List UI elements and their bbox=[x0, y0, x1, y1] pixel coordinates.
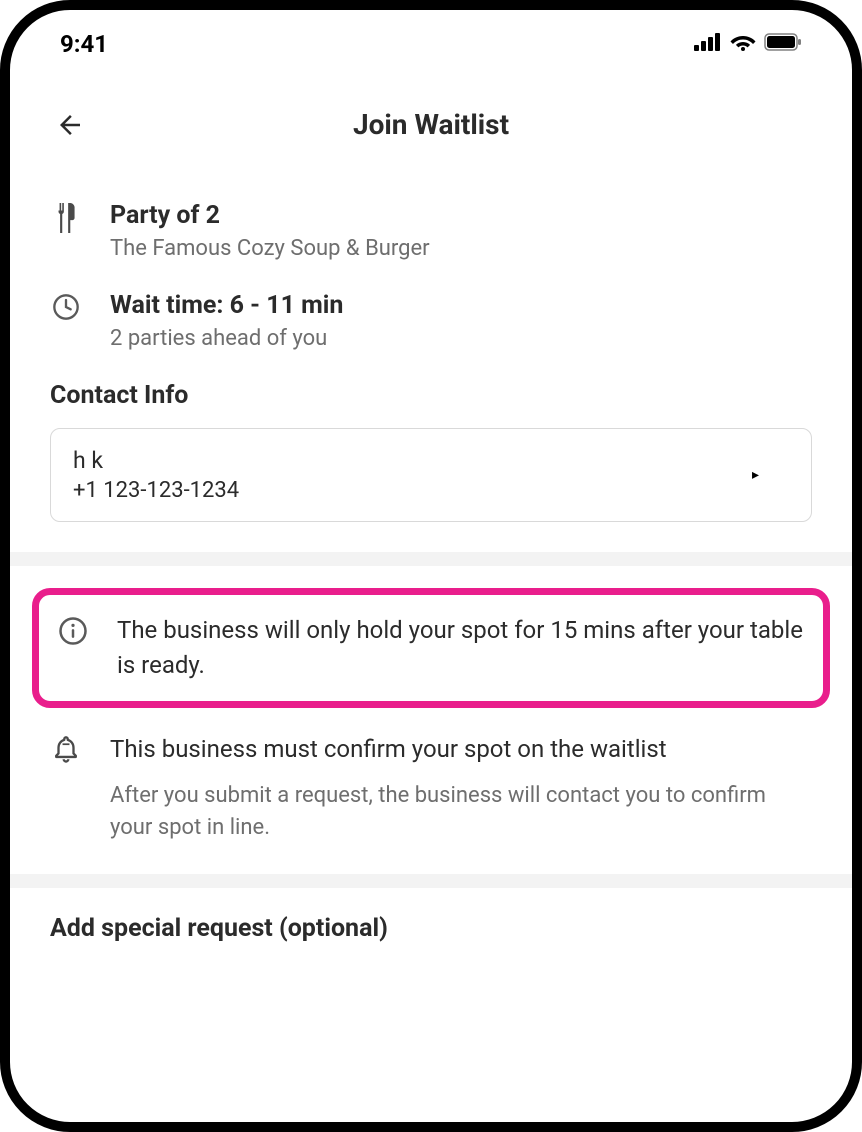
section-divider bbox=[10, 874, 852, 888]
hold-notice-row: The business will only hold your spot fo… bbox=[57, 613, 805, 683]
contact-card[interactable]: h k +1 123-123-1234 ▸ bbox=[50, 428, 812, 522]
contact-name: h k bbox=[73, 447, 239, 474]
wait-info-row: Wait time: 6 - 11 min 2 parties ahead of… bbox=[50, 291, 812, 351]
wait-time-label: Wait time: 6 - 11 min bbox=[110, 291, 343, 320]
hold-notice-highlight: The business will only hold your spot fo… bbox=[32, 588, 830, 708]
status-bar: 9:41 bbox=[10, 10, 852, 68]
party-size-label: Party of 2 bbox=[110, 201, 430, 230]
hold-notice-text: The business will only hold your spot fo… bbox=[117, 613, 805, 683]
party-info-text: Party of 2 The Famous Cozy Soup & Burger bbox=[110, 201, 430, 261]
status-icons bbox=[694, 33, 802, 55]
confirm-notice-content: This business must confirm your spot on … bbox=[110, 732, 812, 845]
wait-queue-label: 2 parties ahead of you bbox=[110, 326, 343, 351]
nav-bar: Join Waitlist bbox=[10, 68, 852, 171]
caret-right-icon: ▸ bbox=[752, 467, 759, 483]
confirm-notice-sub: After you submit a request, the business… bbox=[110, 780, 812, 844]
status-time: 9:41 bbox=[60, 30, 108, 58]
page-title: Join Waitlist bbox=[50, 108, 812, 141]
battery-icon bbox=[764, 33, 802, 55]
special-request-title: Add special request (optional) bbox=[50, 914, 812, 943]
device-frame: 9:41 Join Waitlist Party of 2 The bbox=[0, 0, 862, 1132]
bell-icon bbox=[50, 732, 82, 765]
confirm-notice-block: This business must confirm your spot on … bbox=[50, 718, 812, 855]
utensils-icon bbox=[50, 201, 82, 233]
cellular-icon bbox=[694, 33, 722, 55]
contact-details: h k +1 123-123-1234 bbox=[73, 447, 239, 503]
contact-section-title: Contact Info bbox=[50, 381, 812, 410]
section-divider bbox=[10, 552, 852, 566]
arrow-left-icon bbox=[55, 110, 85, 140]
content: Party of 2 The Famous Cozy Soup & Burger… bbox=[10, 171, 852, 943]
wifi-icon bbox=[730, 33, 756, 55]
confirm-notice-row: This business must confirm your spot on … bbox=[50, 732, 812, 845]
clock-icon bbox=[50, 291, 82, 321]
back-button[interactable] bbox=[50, 105, 90, 145]
info-icon bbox=[57, 613, 89, 646]
restaurant-name: The Famous Cozy Soup & Burger bbox=[110, 236, 430, 261]
wait-info-text: Wait time: 6 - 11 min 2 parties ahead of… bbox=[110, 291, 343, 351]
party-info-row: Party of 2 The Famous Cozy Soup & Burger bbox=[50, 201, 812, 261]
contact-phone: +1 123-123-1234 bbox=[73, 478, 239, 503]
confirm-notice-title: This business must confirm your spot on … bbox=[110, 732, 812, 767]
